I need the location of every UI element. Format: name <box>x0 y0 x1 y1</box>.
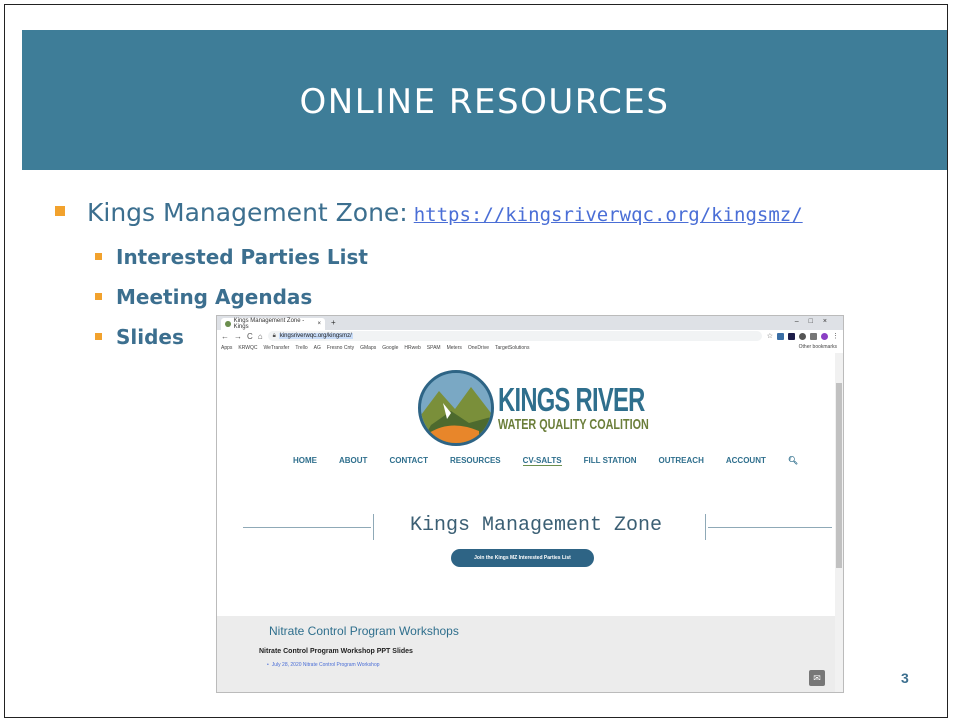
new-tab-icon[interactable]: + <box>331 318 336 327</box>
back-icon[interactable]: ← <box>221 332 229 341</box>
divider-bar-right <box>705 514 706 540</box>
bookmark-item[interactable]: Trello <box>295 345 307 351</box>
logo-subtitle: WATER QUALITY COALITION <box>498 416 649 433</box>
address-bar-row: ← → C ⌂ 🔒︎ kingsriverwqc.org/kingsmz/ ☆ … <box>217 330 843 342</box>
sub-bullet-label: Interested Parties List <box>116 245 368 269</box>
logo-graphic-icon <box>421 373 491 443</box>
logo-title: KINGS RIVER <box>498 381 645 418</box>
divider-right <box>708 527 832 528</box>
scrollbar-thumb[interactable] <box>836 383 842 568</box>
bullet-square-icon <box>95 293 102 300</box>
extension-icon[interactable] <box>799 332 806 340</box>
browser-tab[interactable]: Kings Management Zone - Kings × <box>221 318 325 330</box>
nav-home[interactable]: HOME <box>293 456 317 466</box>
workshops-section: Nitrate Control Program Workshops Nitrat… <box>217 616 837 692</box>
sub-bullet-label: Slides <box>116 325 184 349</box>
workshop-link[interactable]: July 28, 2020 Nitrate Control Program Wo… <box>272 662 380 668</box>
reload-icon[interactable]: C <box>247 332 253 341</box>
nav-resources[interactable]: RESOURCES <box>450 456 501 466</box>
bullet-square-icon <box>95 253 102 260</box>
main-bullet: Kings Management Zone: https://kingsriver… <box>55 198 803 227</box>
bookmark-item[interactable]: Fresno Cnty <box>327 345 354 351</box>
extension-icon[interactable] <box>788 332 795 340</box>
slide: ONLINE RESOURCES Kings Management Zone: h… <box>4 4 948 718</box>
main-bullet-label: Kings Management Zone: <box>87 198 408 227</box>
bookmark-item[interactable]: Apps <box>221 345 232 351</box>
sub-bullet-meeting-agendas: Meeting Agendas <box>95 285 312 309</box>
section-title: Nitrate Control Program Workshops <box>269 624 459 638</box>
mail-icon[interactable]: ✉ <box>809 670 825 686</box>
title-band: ONLINE RESOURCES <box>22 30 947 170</box>
extensions-area: ☆ ⋮ <box>767 332 839 340</box>
lock-icon: 🔒︎ <box>272 332 276 339</box>
bookmark-item[interactable]: WeTransfer <box>263 345 289 351</box>
scrollbar[interactable] <box>835 353 843 692</box>
page-number: 3 <box>901 670 909 686</box>
tab-close-icon[interactable]: × <box>317 321 321 327</box>
kingsmz-link[interactable]: https://kingsriverwqc.org/kingsmz/ <box>414 204 803 226</box>
divider-left <box>243 527 371 528</box>
bookmark-item[interactable]: Google <box>382 345 398 351</box>
sub-bullet-label: Meeting Agendas <box>116 285 313 309</box>
bookmark-item[interactable]: KRWQC <box>238 345 257 351</box>
other-bookmarks[interactable]: Other bookmarks <box>799 344 837 350</box>
avatar[interactable] <box>821 332 828 340</box>
search-icon[interactable]: 🔍︎ <box>788 456 798 466</box>
sub-bullet-slides: Slides <box>95 325 184 349</box>
address-input[interactable]: 🔒︎ kingsriverwqc.org/kingsmz/ <box>267 331 762 341</box>
bullet-square-icon <box>95 333 102 340</box>
extension-icon[interactable] <box>777 332 784 340</box>
join-interested-parties-button[interactable]: Join the Kings MZ Interested Parties Lis… <box>451 549 594 567</box>
slide-title: ONLINE RESOURCES <box>299 82 670 122</box>
sub-bullet-interested-parties: Interested Parties List <box>95 245 368 269</box>
bullet-square-icon <box>55 206 65 216</box>
puzzle-icon[interactable] <box>810 332 817 340</box>
page-heading: Kings Management Zone <box>409 514 663 537</box>
coalition-logo[interactable] <box>418 370 494 446</box>
bookmark-item[interactable]: AG <box>314 345 321 351</box>
web-page: KINGS RIVER WATER QUALITY COALITION HOME… <box>217 353 837 692</box>
section-subtitle: Nitrate Control Program Workshop PPT Sli… <box>259 648 413 655</box>
url-text: kingsriverwqc.org/kingsmz/ <box>278 333 353 339</box>
nav-outreach[interactable]: OUTREACH <box>659 456 704 466</box>
forward-icon[interactable]: → <box>234 332 242 341</box>
browser-screenshot: Kings Management Zone - Kings × + –□× ← … <box>216 315 844 693</box>
nav-contact[interactable]: CONTACT <box>389 456 428 466</box>
tab-title: Kings Management Zone - Kings <box>233 318 305 330</box>
star-icon[interactable]: ☆ <box>767 332 773 340</box>
nav-about[interactable]: ABOUT <box>339 456 367 466</box>
browser-tab-bar: Kings Management Zone - Kings × + –□× <box>217 316 843 330</box>
bookmark-item[interactable]: TargetSolutions <box>495 345 529 351</box>
bookmark-item[interactable]: HRweb <box>404 345 420 351</box>
nav-cv-salts[interactable]: CV-SALTS <box>522 456 562 466</box>
site-nav: HOME ABOUT CONTACT RESOURCES CV-SALTS FI… <box>293 456 798 466</box>
site-favicon-icon <box>225 321 231 327</box>
menu-icon[interactable]: ⋮ <box>832 332 839 340</box>
bookmark-item[interactable]: SPAM <box>427 345 441 351</box>
bookmark-item[interactable]: OneDrive <box>468 345 489 351</box>
window-controls[interactable]: –□× <box>795 318 837 325</box>
bookmark-item[interactable]: GMaps <box>360 345 376 351</box>
home-icon[interactable]: ⌂ <box>258 332 263 341</box>
nav-fill-station[interactable]: FILL STATION <box>584 456 637 466</box>
bookmark-item[interactable]: Meters <box>447 345 462 351</box>
nav-account[interactable]: ACCOUNT <box>726 456 766 466</box>
